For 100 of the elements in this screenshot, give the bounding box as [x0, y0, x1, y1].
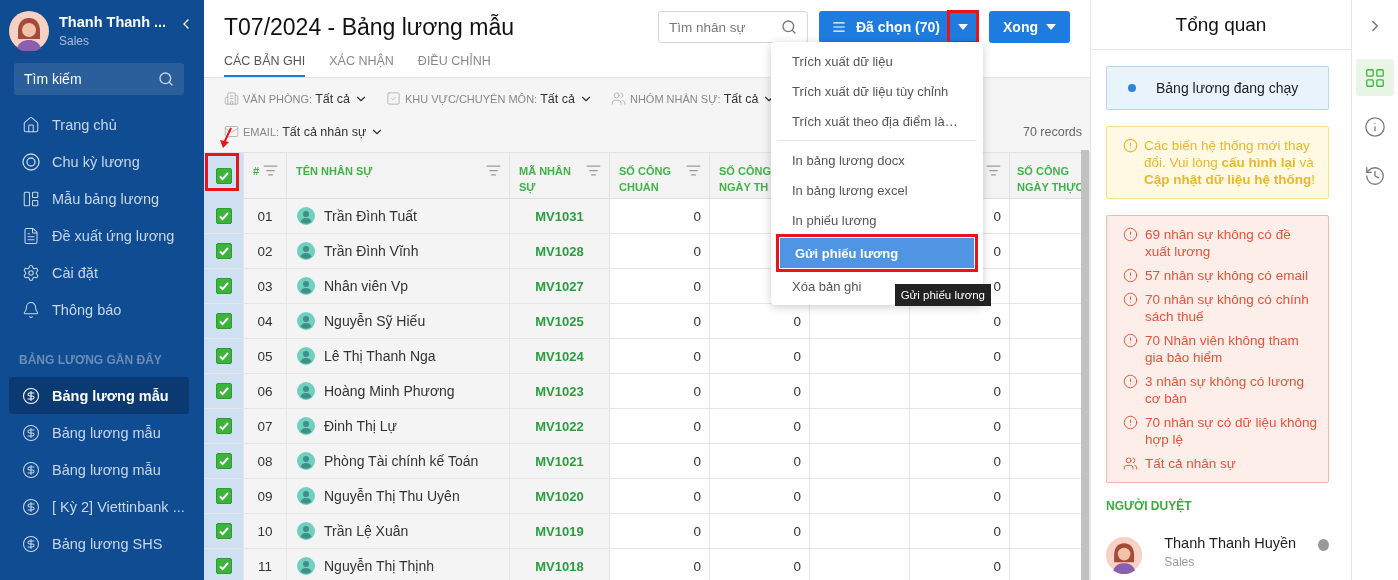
- issue-text: 70 Nhân viên không tham gia bảo hiểm: [1145, 332, 1300, 366]
- employee-code: MV1027: [535, 278, 584, 294]
- payroll-item[interactable]: [ Kỳ 2] Viettinbank ...: [9, 488, 189, 525]
- table-cell: 0: [610, 304, 710, 339]
- table-cell: 0: [710, 444, 810, 479]
- menu-item[interactable]: Trích xuất dữ liệu: [777, 46, 977, 76]
- table-cell: 0: [910, 304, 1010, 339]
- employee-code: MV1020: [535, 488, 584, 504]
- table-cell: 01: [244, 199, 287, 234]
- status-text: Bảng lương đang chạy: [1156, 80, 1299, 96]
- table-cell: 0: [910, 514, 1010, 549]
- table-cell: 0: [610, 444, 710, 479]
- employee-name: Nguyễn Thị Thu Uyên: [324, 488, 460, 504]
- filter-dropdown[interactable]: KHU VỰC/CHUYÊN MÔN: Tất cả: [385, 91, 593, 106]
- table-cell: 0: [710, 339, 810, 374]
- employee-code: MV1023: [535, 383, 584, 399]
- payroll-item[interactable]: Bảng lương mẫu: [9, 451, 189, 488]
- filter-dropdown[interactable]: VĂN PHÒNG: Tất cả: [224, 91, 368, 106]
- page-title: T07/2024 - Bảng lương mẫu: [224, 13, 515, 41]
- menu-item[interactable]: Trích xuất theo địa điểm là…: [777, 106, 977, 136]
- table-cell: 08: [244, 444, 287, 479]
- employee-code: MV1022: [535, 418, 584, 434]
- table-cell: 09: [244, 479, 287, 514]
- employee-name: Hoàng Minh Phương: [324, 383, 455, 399]
- table-cell: 0: [910, 374, 1010, 409]
- table-cell: 02: [244, 234, 287, 269]
- table-cell: 0: [910, 339, 1010, 374]
- tab[interactable]: XÁC NHẬN: [329, 48, 394, 77]
- menu-item[interactable]: Trích xuất dữ liệu tùy chỉnh: [777, 76, 977, 106]
- employee-name: Lê Thị Thanh Nga: [324, 348, 436, 364]
- nav-item[interactable]: Đề xuất ứng lương: [9, 217, 189, 254]
- table-cell: 0: [610, 514, 710, 549]
- table-cell: 0: [610, 374, 710, 409]
- filter-dropdown[interactable]: NHÓM NHÂN SỰ: Tất cả: [610, 91, 777, 106]
- issue-text: 3 nhân sự không có lương cơ bản: [1145, 373, 1306, 407]
- payroll-item[interactable]: Bảng lương mẫu: [9, 377, 189, 414]
- section-title: BẢNG LƯƠNG GẦN ĐÂY: [18, 351, 163, 369]
- issue-text: Tất cả nhân sự: [1145, 455, 1236, 472]
- panel-title: Tổng quan: [1091, 0, 1351, 50]
- nav-item[interactable]: Trang chủ: [9, 106, 189, 143]
- table-cell: 0: [610, 339, 710, 374]
- user-role: Sales: [59, 34, 91, 48]
- employee-code: MV1024: [535, 348, 584, 364]
- issue-text: 57 nhân sự không có email: [1145, 267, 1308, 284]
- employee-name: Trần Đình Tuất: [324, 208, 417, 224]
- filter-dropdown[interactable]: EMAIL: Tất cả nhân sự: [224, 124, 385, 139]
- employee-code: MV1019: [535, 523, 584, 539]
- employee-code: MV1028: [535, 243, 584, 259]
- table-cell: 05: [244, 339, 287, 374]
- table-cell: 03: [244, 269, 287, 304]
- table-cell: 11: [244, 549, 287, 580]
- employee-name: Nguyễn Sỹ Hiếu: [324, 313, 426, 329]
- nav-item[interactable]: Chu kỳ lương: [9, 143, 189, 180]
- table-cell: 0: [610, 234, 710, 269]
- employee-name: Nguyễn Thị Thịnh: [324, 558, 434, 574]
- table-cell: 04: [244, 304, 287, 339]
- column-header: #: [244, 152, 287, 199]
- approver-name: Thanh Thanh Huyền: [1164, 535, 1297, 551]
- done-button[interactable]: Xong: [989, 11, 1070, 43]
- employee-name: Đinh Thị Lự: [324, 418, 397, 434]
- table-cell: 0: [610, 479, 710, 514]
- employee-code: MV1018: [535, 558, 584, 574]
- nav-item[interactable]: Mẫu bảng lương: [9, 180, 189, 217]
- table-cell: 0: [710, 514, 810, 549]
- column-header: SỐ CÔNG CHUẨN: [610, 152, 710, 199]
- table-cell: 0: [610, 269, 710, 304]
- nav-item[interactable]: Cài đặt: [9, 254, 189, 291]
- employee-name: Phòng Tài chính kế Toán: [324, 453, 479, 469]
- records-count: 70 records: [1022, 124, 1082, 139]
- employee-name: Trần Lệ Xuân: [324, 523, 409, 539]
- issue-text: 70 nhân sự có dữ liệu không hợp lệ: [1145, 414, 1318, 448]
- table-cell: 0: [710, 479, 810, 514]
- employee-code: MV1021: [535, 453, 584, 469]
- approver-role: Sales: [1164, 555, 1196, 569]
- table-cell: 0: [610, 409, 710, 444]
- column-header: TÊN NHÂN SỰ: [287, 152, 510, 199]
- table-cell: 10: [244, 514, 287, 549]
- search-field[interactable]: Tìm kiếm: [14, 63, 184, 95]
- table-cell: 0: [610, 199, 710, 234]
- employee-code: MV1025: [535, 313, 584, 329]
- warning-text: Các biến hệ thống mới thay đổi. Vui lòng cấu hình lại và Cập nhật dữ liệu hệ thống!: [1144, 137, 1317, 188]
- nav-item[interactable]: Thông báo: [9, 291, 189, 328]
- user-name: Thanh Thanh ...: [59, 14, 167, 30]
- tab[interactable]: ĐIỀU CHỈNH: [417, 48, 491, 77]
- table-cell: 0: [710, 304, 810, 339]
- issue-text: 69 nhân sự không có đề xuất lương: [1145, 226, 1292, 260]
- column-header: MÃ NHÂN SỰ: [510, 152, 610, 199]
- table-cell: 0: [910, 479, 1010, 514]
- table-cell: 06: [244, 374, 287, 409]
- employee-code: MV1031: [535, 208, 584, 224]
- table-cell: 0: [910, 409, 1010, 444]
- issue-text: 70 nhân sự không có chính sách thuế: [1145, 291, 1310, 325]
- section-title: NGƯỜI DUYỆT: [1106, 499, 1193, 513]
- tooltip: Gửi phiếu lương: [894, 284, 991, 306]
- table-cell: 0: [710, 374, 810, 409]
- employee-name: Trần Đình Vĩnh: [324, 243, 419, 259]
- table-cell: 07: [244, 409, 287, 444]
- payroll-item[interactable]: Bảng lương SHS: [9, 525, 189, 562]
- payroll-item[interactable]: Bảng lương mẫu: [9, 414, 189, 451]
- table-cell: 0: [910, 444, 1010, 479]
